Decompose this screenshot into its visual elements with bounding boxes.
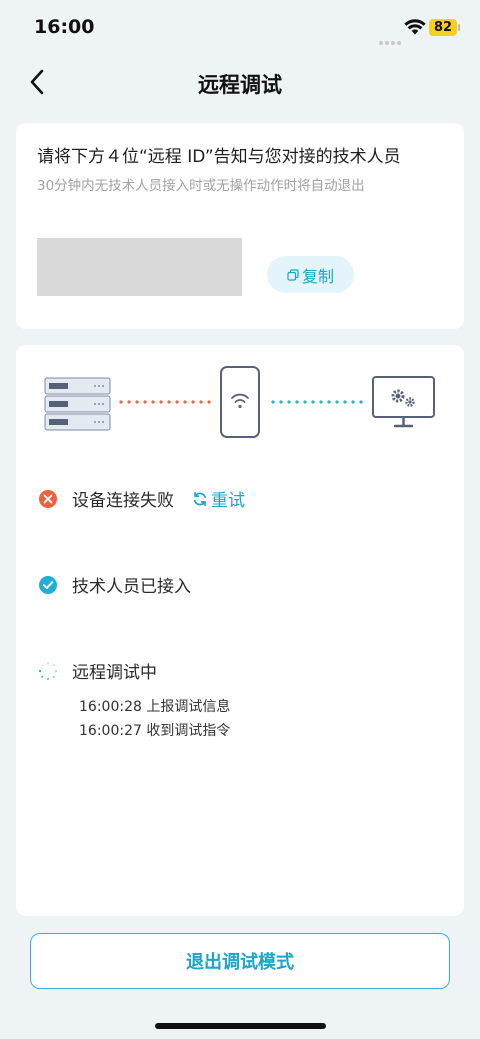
connection-diagram	[44, 366, 435, 438]
remote-debug-screen: 16:00 82 远程调试 请将下方４位“远程 ID”告知与您对接的技术人员 3…	[0, 0, 480, 1039]
navigation-bar: 远程调试	[0, 56, 480, 108]
log-entry: 16:00:28 上报调试信息	[79, 699, 231, 715]
step-remote-debugging: 远程调试中	[38, 658, 157, 683]
retry-label: 重试	[211, 491, 245, 511]
check-circle-icon	[39, 575, 57, 594]
status-bar: 16:00 82	[0, 0, 480, 56]
loading-spinner-icon	[38, 661, 58, 680]
copy-icon	[287, 268, 299, 281]
connected-link-dots	[271, 400, 363, 404]
monitor-settings-icon	[372, 376, 435, 428]
connection-status-card: 设备连接失败 重试 技术人员已接入 远程调试中 16:00:28 上报调试信息 …	[16, 345, 464, 916]
step-label: 技术人员已接入	[72, 577, 191, 597]
failed-link-dots	[119, 400, 211, 404]
remote-id-value	[37, 238, 242, 296]
copy-label: 复制	[301, 266, 334, 286]
status-time: 16:00	[34, 16, 95, 38]
remote-id-hint: 30分钟内无技术人员接入时或无操作动作时将自动退出	[37, 178, 365, 194]
phone-wifi-icon	[220, 366, 260, 438]
home-indicator[interactable]	[155, 1023, 326, 1029]
retry-button[interactable]: 重试	[192, 486, 245, 511]
page-title: 远程调试	[198, 73, 282, 97]
exit-debug-mode-button[interactable]: 退出调试模式	[30, 933, 450, 989]
refresh-icon	[193, 491, 207, 506]
step-device-connection: 设备连接失败 重试	[38, 486, 245, 511]
remote-id-card: 请将下方４位“远程 ID”告知与您对接的技术人员 30分钟内无技术人员接入时或无…	[16, 123, 464, 329]
battery-tip	[458, 24, 460, 31]
step-label: 设备连接失败	[72, 491, 174, 511]
server-icon	[44, 377, 111, 431]
step-technician-joined: 技术人员已接入	[38, 572, 191, 597]
log-entry: 16:00:27 收到调试指令	[79, 723, 231, 739]
step-label: 远程调试中	[72, 663, 157, 683]
error-circle-icon	[39, 489, 57, 508]
copy-button[interactable]: 复制	[267, 256, 354, 293]
signal-dots-icon	[379, 30, 403, 45]
remote-id-instruction: 请将下方４位“远程 ID”告知与您对接的技术人员	[37, 147, 401, 167]
battery-indicator: 82	[429, 19, 457, 36]
wifi-icon	[404, 19, 426, 35]
